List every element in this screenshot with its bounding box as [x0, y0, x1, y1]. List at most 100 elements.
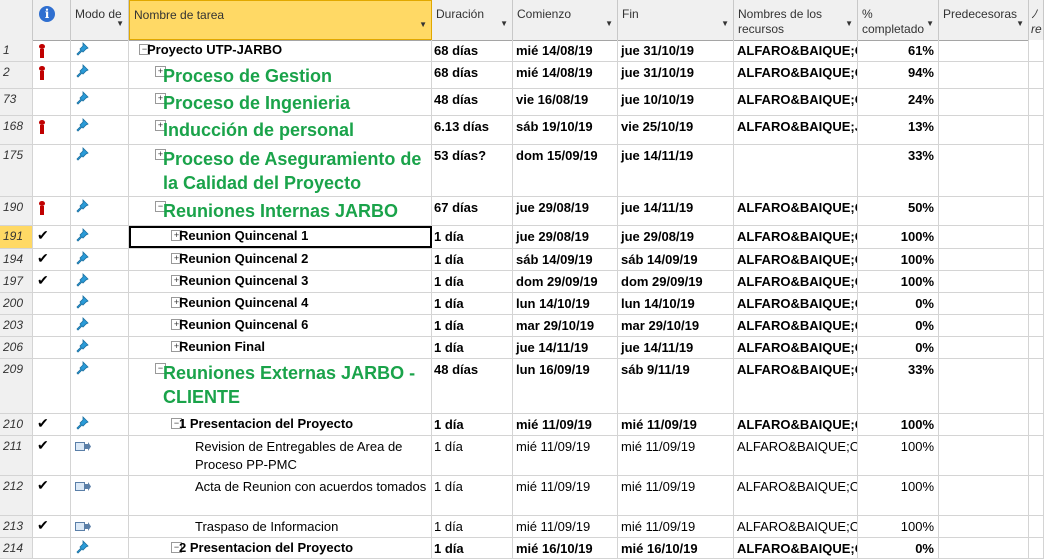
percent-complete[interactable]: 100% — [858, 476, 939, 515]
duration[interactable]: 1 día — [432, 315, 513, 336]
finish-date[interactable]: mar 29/10/19 — [618, 315, 734, 336]
task-mode-cell[interactable] — [71, 315, 129, 336]
predecessors[interactable] — [939, 89, 1029, 115]
duration[interactable]: 1 día — [432, 293, 513, 314]
predecessors[interactable] — [939, 145, 1029, 196]
resource-names[interactable]: ALFARO&BAIQUE;C — [734, 197, 858, 225]
table-row[interactable]: 73 + Proceso de Ingenieria 48 días vie 16/0… — [0, 89, 1044, 116]
duration[interactable]: 53 días? — [432, 145, 513, 196]
resource-names[interactable]: ALFARO&BAIQUE;C — [734, 249, 858, 270]
duration[interactable]: 68 días — [432, 62, 513, 88]
percent-complete[interactable]: 61% — [858, 40, 939, 61]
task-name-cell[interactable]: + Proceso de Ingenieria — [129, 89, 432, 115]
finish-date[interactable]: jue 31/10/19 — [618, 62, 734, 88]
task-mode-cell[interactable] — [71, 359, 129, 413]
table-row[interactable]: 191 ✔ + Reunion Quincenal 11 día jue 29/08/1… — [0, 226, 1044, 249]
start-date[interactable]: mié 16/10/19 — [513, 538, 618, 558]
duration[interactable]: 1 día — [432, 337, 513, 358]
start-date[interactable]: lun 14/10/19 — [513, 293, 618, 314]
resource-names[interactable]: ALFARO&BAIQUE;C — [734, 516, 858, 537]
percent-complete[interactable]: 33% — [858, 145, 939, 196]
row-id[interactable]: 197 — [0, 271, 33, 292]
row-id[interactable]: 210 — [0, 414, 33, 435]
percent-complete[interactable]: 100% — [858, 249, 939, 270]
finish-date[interactable]: vie 25/10/19 — [618, 116, 734, 144]
table-row[interactable]: 206 + Reunion Final 1 día jue 14/11/19 jue 14… — [0, 337, 1044, 359]
percent-complete[interactable]: 94% — [858, 62, 939, 88]
resource-names[interactable]: ALFARO&BAIQUE;C — [734, 538, 858, 558]
task-mode-cell[interactable] — [71, 145, 129, 196]
row-id[interactable]: 194 — [0, 249, 33, 270]
duration[interactable]: 48 días — [432, 89, 513, 115]
table-row[interactable]: 200 + Reunion Quincenal 41 día lun 14/10/19… — [0, 293, 1044, 315]
select-all-corner[interactable] — [0, 0, 33, 40]
duration[interactable]: 1 día — [432, 516, 513, 537]
percent-complete[interactable]: 33% — [858, 359, 939, 413]
dropdown-arrow-icon[interactable]: ▼ — [845, 16, 853, 31]
start-date[interactable]: sáb 14/09/19 — [513, 249, 618, 270]
table-row[interactable]: 1 − Proyecto UTP-JARBO 68 días mié 14/08/19 j… — [0, 40, 1044, 62]
percent-complete[interactable]: 100% — [858, 436, 939, 475]
header-predecessors[interactable]: Predecesoras ▼ — [939, 0, 1029, 40]
percent-complete[interactable]: 100% — [858, 516, 939, 537]
resource-names[interactable] — [734, 145, 858, 196]
task-mode-cell[interactable] — [71, 271, 129, 292]
table-row[interactable]: 213 ✔ Traspaso de Informacion 1 día mié 11/0… — [0, 516, 1044, 538]
finish-date[interactable]: mié 11/09/19 — [618, 516, 734, 537]
finish-date[interactable]: jue 31/10/19 — [618, 40, 734, 61]
row-id[interactable]: 175 — [0, 145, 33, 196]
resource-names[interactable]: ALFARO&BAIQUE;C — [734, 40, 858, 61]
start-date[interactable]: vie 16/08/19 — [513, 89, 618, 115]
resource-names[interactable]: ALFARO&BAIQUE;C — [734, 476, 858, 515]
percent-complete[interactable]: 0% — [858, 293, 939, 314]
percent-complete[interactable]: 0% — [858, 315, 939, 336]
row-id[interactable]: 211 — [0, 436, 33, 475]
table-row[interactable]: 214−2 Presentacion del Proyecto 1 día mié … — [0, 538, 1044, 559]
header-duration[interactable]: Duración ▼ — [432, 0, 513, 40]
start-date[interactable]: mié 14/08/19 — [513, 62, 618, 88]
task-name-cell[interactable]: Acta de Reunion con acuerdos tomados — [129, 476, 432, 515]
task-mode-cell[interactable] — [71, 538, 129, 558]
predecessors[interactable] — [939, 293, 1029, 314]
task-name-cell[interactable]: + Reunion Final — [129, 337, 432, 358]
row-id[interactable]: 191 — [0, 226, 33, 248]
row-id[interactable]: 168 — [0, 116, 33, 144]
dropdown-arrow-icon[interactable]: ▼ — [500, 16, 508, 31]
row-id[interactable]: 190 — [0, 197, 33, 225]
task-mode-cell[interactable] — [71, 40, 129, 61]
finish-date[interactable]: jue 14/11/19 — [618, 145, 734, 196]
finish-date[interactable]: jue 14/11/19 — [618, 197, 734, 225]
start-date[interactable]: dom 15/09/19 — [513, 145, 618, 196]
row-id[interactable]: 214 — [0, 538, 33, 558]
finish-date[interactable]: mié 11/09/19 — [618, 476, 734, 515]
dropdown-arrow-icon[interactable]: ▼ — [1016, 16, 1024, 31]
resource-names[interactable]: ALFARO&BAIQUE;C — [734, 62, 858, 88]
task-name-cell[interactable]: −1 Presentacion del Proyecto — [129, 414, 432, 435]
task-name-cell[interactable]: − Proyecto UTP-JARBO — [129, 40, 432, 61]
header-resources[interactable]: Nombres de los recursos ▼ — [734, 0, 858, 40]
table-row[interactable]: 211 ✔ Revision de Entregables de Area de P… — [0, 436, 1044, 476]
predecessors[interactable] — [939, 414, 1029, 435]
finish-date[interactable]: jue 10/10/19 — [618, 89, 734, 115]
finish-date[interactable]: jue 29/08/19 — [618, 226, 734, 248]
dropdown-arrow-icon[interactable]: ▼ — [926, 16, 934, 31]
table-row[interactable]: 175 + Proceso de Aseguramiento de la Calid… — [0, 145, 1044, 197]
duration[interactable]: 68 días — [432, 40, 513, 61]
table-row[interactable]: 168 + Inducción de personal 6.13 días sáb 19… — [0, 116, 1044, 145]
predecessors[interactable] — [939, 40, 1029, 61]
row-id[interactable]: 212 — [0, 476, 33, 515]
header-task-mode[interactable]: Modo de ▼ — [71, 0, 129, 40]
task-name-cell[interactable]: Revision de Entregables de Area de Proce… — [129, 436, 432, 475]
predecessors[interactable] — [939, 538, 1029, 558]
header-task-name[interactable]: Nombre de tarea ▼ — [129, 0, 432, 40]
predecessors[interactable] — [939, 436, 1029, 475]
task-mode-cell[interactable] — [71, 516, 129, 537]
duration[interactable]: 1 día — [432, 436, 513, 475]
finish-date[interactable]: mié 11/09/19 — [618, 414, 734, 435]
start-date[interactable]: lun 16/09/19 — [513, 359, 618, 413]
resource-names[interactable]: ALFARO&BAIQUE;C — [734, 226, 858, 248]
resource-names[interactable]: ALFARO&BAIQUE;C — [734, 271, 858, 292]
table-row[interactable]: 209 − Reuniones Externas JARBO - CLIENTE 48… — [0, 359, 1044, 414]
task-name-cell[interactable]: + Reunion Quincenal 1 — [129, 226, 432, 248]
task-name-cell[interactable]: + Reunion Quincenal 4 — [129, 293, 432, 314]
